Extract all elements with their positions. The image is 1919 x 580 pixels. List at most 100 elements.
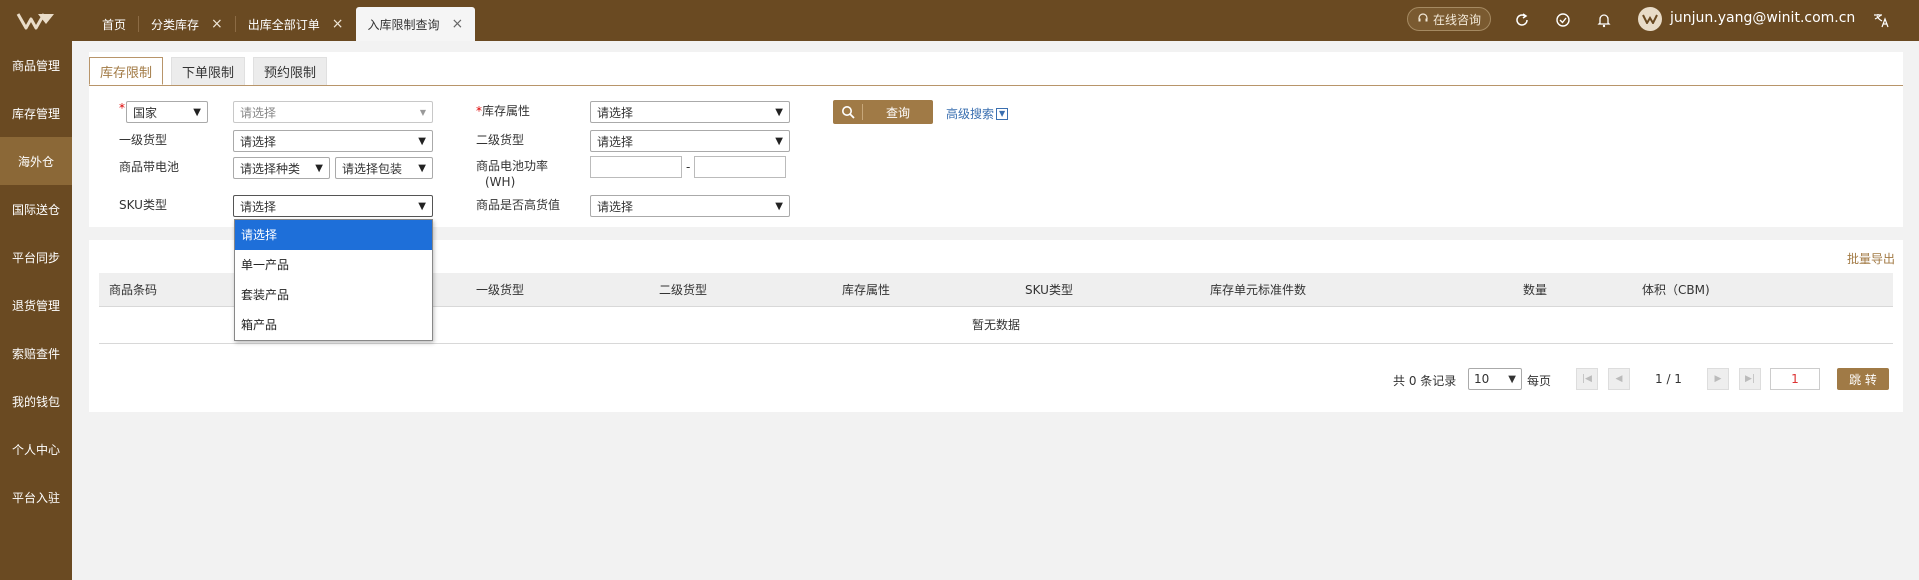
jump-button[interactable]: 跳 转 (1837, 368, 1889, 390)
tab-label: 出库全部订单 (247, 17, 320, 32)
translate-icon[interactable] (1870, 9, 1892, 31)
chevron-down-icon: ▼ (193, 106, 201, 118)
page-info: 1 / 1 (1655, 372, 1682, 386)
winit-logo[interactable] (0, 0, 72, 41)
sidebar-item-overseas-warehouse[interactable]: 海外仓 (0, 137, 72, 185)
sidebar-item-international-delivery[interactable]: 国际送仓 (0, 185, 72, 233)
expand-down-icon: ▼ (996, 107, 1009, 120)
country-type-select[interactable]: 国家 ▼ (126, 101, 208, 123)
sidebar-item-label: 退货管理 (11, 298, 60, 313)
chevron-down-icon: ▼ (775, 200, 783, 212)
column-header: 体积（CBM) (1642, 283, 1710, 297)
select-value: 请选择 (597, 199, 634, 214)
select-value: 请选择种类 (240, 161, 301, 176)
select-value: 请选择包装 (342, 161, 403, 176)
dropdown-option[interactable]: 箱产品 (235, 310, 432, 340)
sidebar-item-label: 平台同步 (11, 250, 60, 265)
range-separator: - (686, 160, 691, 174)
high-value-label: 商品是否高货值 (476, 198, 561, 212)
query-button[interactable]: 查询 (833, 100, 933, 124)
sidebar-item-claims[interactable]: 索赔查件 (0, 329, 72, 377)
sidebar-item-returns[interactable]: 退货管理 (0, 281, 72, 329)
page-number-input[interactable]: 1 (1770, 368, 1820, 390)
advanced-search-link[interactable]: 高级搜索 ▼ (946, 105, 1009, 122)
column-header: 数量 (1523, 283, 1548, 297)
cat2-label: 二级货型 (476, 133, 525, 147)
sidebar-item-label: 我的钱包 (11, 394, 60, 409)
close-icon[interactable]: × (211, 16, 223, 32)
sidebar-item-platform-sync[interactable]: 平台同步 (0, 233, 72, 281)
headset-icon (1417, 12, 1429, 27)
cat1-select[interactable]: 请选择 ▼ (233, 130, 433, 152)
pagination: 共 0 条记录 10 ▼ 每页 |◀ ◀ 1 / 1 ▶ ▶| 1 跳 转 (89, 367, 1903, 393)
column-header: 库存属性 (842, 283, 891, 297)
battery-power-min-input[interactable] (590, 156, 682, 178)
page-size-select[interactable]: 10 ▼ (1468, 368, 1522, 390)
sku-type-label: SKU类型 (119, 198, 167, 212)
sidebar-item-label: 库存管理 (11, 106, 60, 121)
subtab-divider (89, 85, 1903, 86)
sku-type-select[interactable]: 请选择 ▼ (233, 195, 433, 217)
filter-panel: 库存限制 下单限制 预约限制 * 国家 ▼ 请选择 ▼ *库存属性 请选择 ▼ 查询 … (89, 52, 1903, 227)
bell-icon[interactable] (1593, 9, 1615, 31)
batch-export-link[interactable]: 批量导出 (1847, 250, 1895, 267)
sku-type-dropdown: 请选择 单一产品 套装产品 箱产品 (234, 219, 433, 341)
first-page-icon[interactable]: |◀ (1576, 368, 1598, 390)
tab-label: 首页 (102, 17, 127, 32)
online-consult-button[interactable]: 在线咨询 (1407, 7, 1491, 31)
column-header: SKU类型 (1025, 283, 1073, 297)
tab-category-stock[interactable]: 分类库存 × (139, 7, 235, 41)
select-placeholder: 请选择 (240, 105, 277, 120)
tab-stock-restriction[interactable]: 库存限制 (89, 57, 164, 85)
sidebar-item-wallet[interactable]: 我的钱包 (0, 377, 72, 425)
username[interactable]: junjun.yang@winit.com.cn (1670, 8, 1855, 28)
select-value: 请选择 (597, 134, 634, 149)
country-value-select[interactable]: 请选择 ▼ (233, 101, 433, 123)
sidebar-item-platform-onboarding[interactable]: 平台入驻 (0, 473, 72, 521)
dropdown-option[interactable]: 请选择 (235, 220, 432, 250)
stock-attr-select[interactable]: 请选择 ▼ (590, 101, 790, 123)
tab-label: 分类库存 (151, 17, 200, 32)
battery-power-max-input[interactable] (694, 156, 786, 178)
tab-outbound-orders[interactable]: 出库全部订单 × (236, 7, 356, 41)
sidebar-item-product-management[interactable]: 商品管理 (0, 41, 72, 89)
prev-page-icon[interactable]: ◀ (1608, 368, 1630, 390)
close-icon[interactable]: × (332, 16, 344, 32)
select-value: 请选择 (597, 105, 634, 120)
total-records: 共 0 条记录 (1393, 374, 1457, 388)
caret-down-icon: ▼ (419, 107, 426, 117)
select-value: 国家 (133, 105, 158, 120)
stock-attr-label-text: 库存属性 (482, 104, 531, 118)
chevron-down-icon: ▼ (418, 162, 426, 174)
chevron-down-icon: ▼ (418, 200, 426, 212)
refresh-icon[interactable] (1511, 9, 1533, 31)
dropdown-option[interactable]: 单一产品 (235, 250, 432, 280)
close-icon[interactable]: × (452, 16, 464, 32)
next-page-icon[interactable]: ▶ (1707, 368, 1729, 390)
select-value: 请选择 (240, 134, 277, 149)
chevron-down-icon: ▼ (315, 162, 323, 174)
tab-home[interactable]: 首页 (90, 7, 138, 41)
feedback-icon[interactable] (1552, 9, 1574, 31)
battery-pack-select[interactable]: 请选择包装 ▼ (335, 157, 433, 179)
chevron-down-icon: ▼ (775, 135, 783, 147)
battery-type-select[interactable]: 请选择种类 ▼ (233, 157, 330, 179)
sidebar-item-personal-center[interactable]: 个人中心 (0, 425, 72, 473)
last-page-icon[interactable]: ▶| (1739, 368, 1761, 390)
column-header: 库存单元标准件数 (1210, 283, 1307, 297)
dropdown-option[interactable]: 套装产品 (235, 280, 432, 310)
sidebar-item-label: 国际送仓 (11, 202, 60, 217)
chevron-down-icon: ▼ (1508, 373, 1516, 385)
consult-label: 在线咨询 (1432, 12, 1481, 27)
avatar[interactable] (1638, 7, 1662, 31)
restriction-subtabs: 库存限制 下单限制 预约限制 (89, 57, 328, 85)
sidebar: 商品管理 库存管理 海外仓 国际送仓 平台同步 退货管理 索赔查件 我的钱包 个… (0, 41, 72, 580)
sidebar-item-label: 商品管理 (11, 58, 60, 73)
tab-order-restriction[interactable]: 下单限制 (171, 57, 246, 85)
battery-label: 商品带电池 (119, 160, 180, 174)
cat2-select[interactable]: 请选择 ▼ (590, 130, 790, 152)
tab-appointment-restriction[interactable]: 预约限制 (253, 57, 328, 85)
tab-inbound-restriction-query[interactable]: 入库限制查询 × (355, 7, 476, 41)
sidebar-item-inventory-management[interactable]: 库存管理 (0, 89, 72, 137)
high-value-select[interactable]: 请选择 ▼ (590, 195, 790, 217)
